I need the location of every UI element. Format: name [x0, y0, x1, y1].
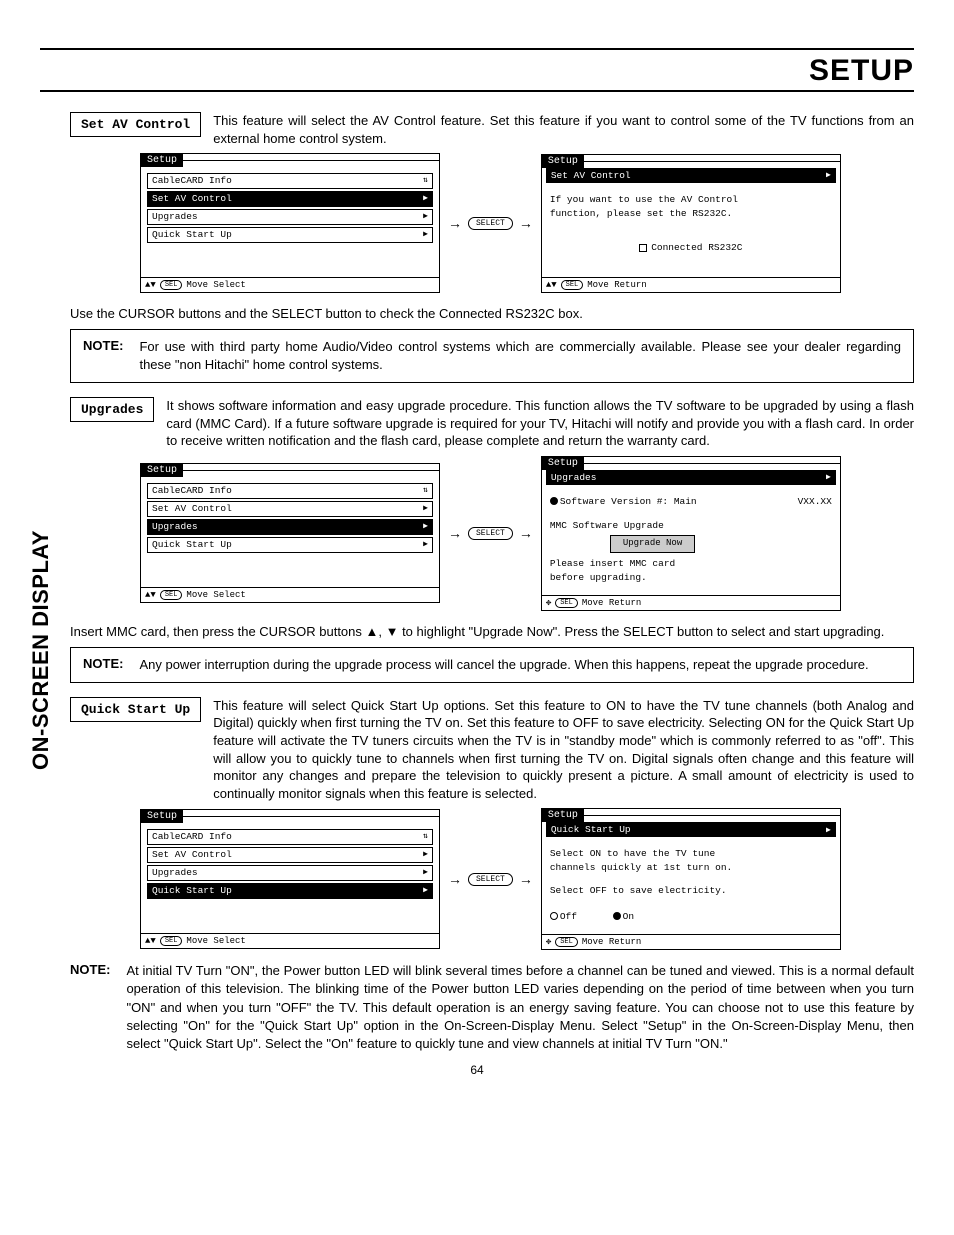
upgrade-now-button[interactable]: Upgrade Now: [610, 535, 695, 553]
menu-setup-quick: Setup CableCARD Info⇅ Set AV Control▶ Up…: [140, 809, 440, 949]
sidebar-label: ON-SCREEN DISPLAY: [28, 530, 54, 770]
note-2: NOTE: Any power interruption during the …: [70, 647, 914, 683]
quick-detail-box: Setup Quick Start Up▶ Select ON to have …: [541, 808, 841, 950]
page-number: 64: [40, 1063, 914, 1077]
radio-on[interactable]: On: [613, 911, 634, 922]
menu-item-quick[interactable]: Quick Start Up▶: [147, 537, 433, 553]
menu-item-upgrades[interactable]: Upgrades▶: [147, 209, 433, 225]
section-label-av: Set AV Control: [70, 112, 201, 137]
av-detail-box: Setup Set AV Control▶ If you want to use…: [541, 154, 841, 293]
menu-item-cablecard[interactable]: CableCARD Info⇅: [147, 483, 433, 499]
note-1: NOTE: For use with third party home Audi…: [70, 329, 914, 383]
flow-arrow: →SELECT→: [448, 215, 533, 231]
menu-item-cablecard[interactable]: CableCARD Info⇅: [147, 829, 433, 845]
menu-footer: ▲▼SELMove Select: [141, 277, 439, 292]
radio-off[interactable]: Off: [550, 911, 577, 922]
menu-setup-upgrades: Setup CableCARD Info⇅ Set AV Control▶ Up…: [140, 463, 440, 603]
section-label-upgrades: Upgrades: [70, 397, 154, 422]
menu-item-set-av[interactable]: Set AV Control▶: [147, 847, 433, 863]
select-button[interactable]: SELECT: [468, 873, 513, 886]
menu-item-upgrades[interactable]: Upgrades▶: [147, 519, 433, 535]
menu-item-quick[interactable]: Quick Start Up▶: [147, 227, 433, 243]
section-label-quick: Quick Start Up: [70, 697, 201, 722]
instruction-mmc: Insert MMC card, then press the CURSOR b…: [70, 623, 914, 641]
section-desc-upgrades: It shows software information and easy u…: [166, 397, 914, 450]
instruction-rs232c: Use the CURSOR buttons and the SELECT bu…: [70, 305, 914, 323]
select-button[interactable]: SELECT: [468, 217, 513, 230]
section-desc-av: This feature will select the AV Control …: [213, 112, 914, 147]
connected-rs232c-check[interactable]: Connected RS232C: [550, 241, 832, 255]
page-header: SETUP: [40, 54, 914, 92]
menu-item-quick[interactable]: Quick Start Up▶: [147, 883, 433, 899]
select-button[interactable]: SELECT: [468, 527, 513, 540]
note-3: NOTE: At initial TV Turn "ON", the Power…: [70, 962, 914, 1053]
menu-item-upgrades[interactable]: Upgrades▶: [147, 865, 433, 881]
section-desc-quick: This feature will select Quick Start Up …: [213, 697, 914, 802]
menu-item-cablecard[interactable]: CableCARD Info⇅: [147, 173, 433, 189]
menu-item-set-av[interactable]: Set AV Control▶: [147, 501, 433, 517]
menu-setup-av: Setup CableCARD Info⇅ Set AV Control▶ Up…: [140, 153, 440, 293]
upgrades-detail-box: Setup Upgrades▶ Software Version #: Main…: [541, 456, 841, 612]
menu-item-set-av[interactable]: Set AV Control▶: [147, 191, 433, 207]
page-title: SETUP: [809, 54, 914, 88]
